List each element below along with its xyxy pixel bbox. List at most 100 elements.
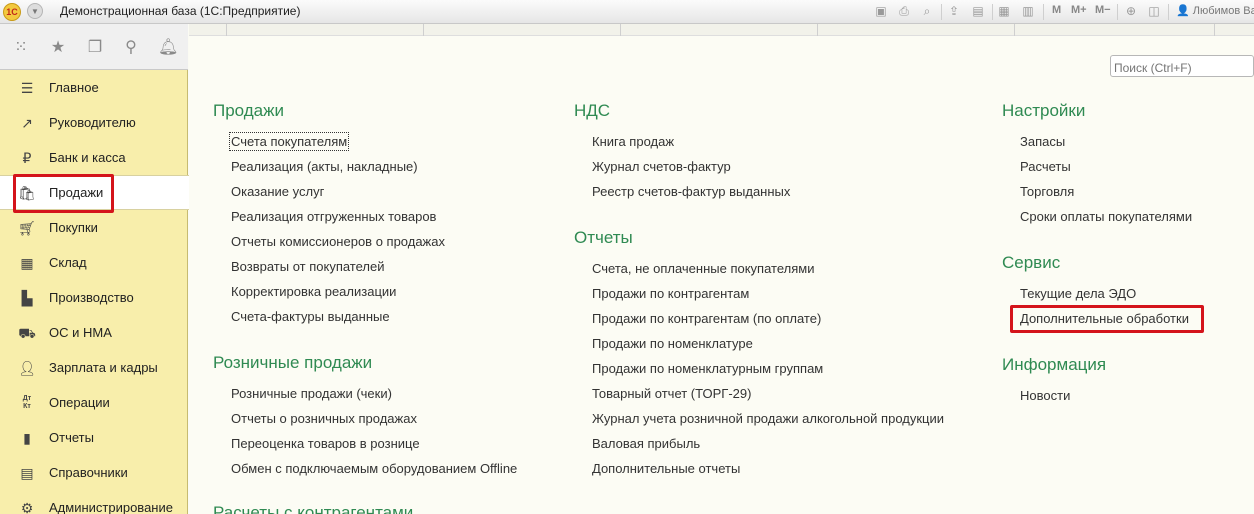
link-edo-tasks[interactable]: Текущие дела ЭДО bbox=[1020, 286, 1136, 301]
search-input[interactable] bbox=[1110, 55, 1254, 77]
sidebar-item-label: Банк и касса bbox=[49, 150, 126, 165]
link-sales-by-item-group[interactable]: Продажи по номенклатурным группам bbox=[592, 361, 823, 376]
link-retail-receipts[interactable]: Розничные продажи (чеки) bbox=[231, 386, 392, 401]
sidebar-item-label: Зарплата и кадры bbox=[49, 360, 158, 375]
link-invoice-journal[interactable]: Журнал счетов-фактур bbox=[592, 159, 731, 174]
spreadsheet-icon[interactable]: ▦ bbox=[996, 4, 1012, 19]
search-icon[interactable]: ⚲ bbox=[121, 38, 141, 58]
link-torg-29[interactable]: Товарный отчет (ТОРГ-29) bbox=[592, 386, 751, 401]
sidebar-item-warehouse[interactable]: ▦ Склад bbox=[0, 246, 187, 281]
section-title-vat: НДС bbox=[574, 101, 611, 120]
link-retail-reports[interactable]: Отчеты о розничных продажах bbox=[231, 411, 417, 426]
sidebar-item-purchases[interactable]: 🛒︎ Покупки bbox=[0, 211, 187, 246]
memory-plus-button[interactable]: M+ bbox=[1071, 4, 1087, 16]
link-payment-terms[interactable]: Сроки оплаты покупателями bbox=[1020, 209, 1192, 224]
debit-credit-icon: Дт Кт bbox=[22, 395, 32, 410]
sales-section-page: Продажи Счета покупателям Реализация (ак… bbox=[189, 24, 1254, 514]
document-icon[interactable]: ▤ bbox=[970, 4, 986, 19]
link-gross-profit[interactable]: Валовая прибыль bbox=[592, 436, 700, 451]
print-preview-icon[interactable]: ⌕ bbox=[919, 4, 935, 19]
sidebar-item-references[interactable]: ▤ Справочники bbox=[0, 456, 187, 491]
title-bar: 1С ▼ Демонстрационная база (1С:Предприят… bbox=[0, 0, 1254, 24]
link-sales-book[interactable]: Книга продаж bbox=[592, 134, 674, 149]
sidebar-item-main[interactable]: ☰ Главное bbox=[0, 71, 187, 106]
link-trade-settings[interactable]: Торговля bbox=[1020, 184, 1074, 199]
history-icon[interactable]: ❐ bbox=[85, 38, 105, 58]
save-icon[interactable]: ▣ bbox=[873, 4, 889, 19]
section-title-reports: Отчеты bbox=[574, 228, 633, 247]
link-issued-invoice-register[interactable]: Реестр счетов-фактур выданных bbox=[592, 184, 790, 199]
calendar-icon[interactable]: ▥ bbox=[1020, 4, 1036, 19]
print-icon[interactable]: ⎙ bbox=[896, 4, 912, 19]
upload-icon[interactable]: ⇪ bbox=[946, 4, 962, 19]
bar-chart-icon: ▮ bbox=[23, 430, 31, 446]
memory-button[interactable]: M bbox=[1052, 4, 1061, 16]
memory-minus-button[interactable]: M− bbox=[1095, 4, 1111, 16]
link-customer-invoices[interactable]: Счета покупателям bbox=[228, 132, 350, 151]
truck-icon: ⛟ bbox=[18, 325, 36, 341]
sidebar-item-operations[interactable]: Дт Кт Операции bbox=[0, 386, 187, 421]
apps-grid-icon[interactable]: ⁙ bbox=[11, 38, 31, 58]
sidebar-item-label: ОС и НМА bbox=[49, 325, 112, 340]
link-shipped-goods[interactable]: Реализация отгруженных товаров bbox=[231, 209, 436, 224]
factory-icon: ▙ bbox=[21, 290, 33, 306]
highlight-frame-additional-processing bbox=[1010, 305, 1204, 333]
ruble-coin-icon: ₽ bbox=[22, 150, 32, 166]
gear-icon: ⚙ bbox=[20, 500, 34, 514]
notifications-bell-icon[interactable]: 🔔︎ bbox=[158, 38, 178, 58]
section-title-retail: Розничные продажи bbox=[213, 353, 373, 372]
sidebar-item-administration[interactable]: ⚙ Администрирование bbox=[0, 491, 187, 514]
highlight-frame-sales bbox=[13, 174, 114, 213]
section-title-sales: Продажи bbox=[213, 101, 284, 120]
section-title-settlements: Расчеты с контрагентами bbox=[213, 503, 414, 514]
link-stock-settings[interactable]: Запасы bbox=[1020, 134, 1065, 149]
sidebar-item-label: Администрирование bbox=[49, 500, 173, 514]
link-sales-acts[interactable]: Реализация (акты, накладные) bbox=[231, 159, 418, 174]
menu-lines-icon: ☰ bbox=[20, 80, 34, 96]
favorites-star-icon[interactable]: ★ bbox=[48, 38, 68, 58]
window-title: Демонстрационная база (1С:Предприятие) bbox=[60, 4, 301, 18]
link-services[interactable]: Оказание услуг bbox=[231, 184, 324, 199]
link-sales-by-counterparty[interactable]: Продажи по контрагентам bbox=[592, 286, 749, 301]
section-title-information: Информация bbox=[1002, 355, 1107, 374]
sidebar-item-manager[interactable]: ↗ Руководителю bbox=[0, 106, 187, 141]
link-sales-adjustment[interactable]: Корректировка реализации bbox=[231, 284, 396, 299]
link-news[interactable]: Новости bbox=[1020, 388, 1070, 403]
sidebar-item-label: Производство bbox=[49, 290, 134, 305]
main-menu-chevron-icon[interactable]: ▼ bbox=[27, 3, 43, 19]
user-icon: 👤 bbox=[1176, 5, 1190, 17]
sidebar-item-label: Справочники bbox=[49, 465, 128, 480]
sections-panel: ⁙ ★ ❐ ⚲ 🔔︎ ☰ Главное ↗ Руководителю ₽ Ба… bbox=[0, 24, 189, 514]
link-commission-reports[interactable]: Отчеты комиссионеров о продажах bbox=[231, 234, 445, 249]
sidebar-toolbar: ⁙ ★ ❐ ⚲ 🔔︎ bbox=[0, 24, 188, 70]
cart-icon: 🛒︎ bbox=[18, 220, 36, 236]
sidebar-item-production[interactable]: ▙ Производство bbox=[0, 281, 187, 316]
link-settlement-settings[interactable]: Расчеты bbox=[1020, 159, 1071, 174]
panels-icon[interactable]: ◫ bbox=[1146, 4, 1162, 19]
sidebar-item-fixed-assets[interactable]: ⛟ ОС и НМА bbox=[0, 316, 187, 351]
link-issued-invoices[interactable]: Счета-фактуры выданные bbox=[231, 309, 390, 324]
sidebar-item-reports[interactable]: ▮ Отчеты bbox=[0, 421, 187, 456]
sidebar-item-label: Главное bbox=[49, 80, 99, 95]
link-offline-exchange[interactable]: Обмен с подключаемым оборудованием Offli… bbox=[231, 461, 517, 476]
sidebar-item-bank[interactable]: ₽ Банк и касса bbox=[0, 141, 187, 176]
link-alcohol-journal[interactable]: Журнал учета розничной продажи алкогольн… bbox=[592, 411, 944, 426]
link-sales-by-counterparty-payment[interactable]: Продажи по контрагентам (по оплате) bbox=[592, 311, 821, 326]
sidebar-item-label: Покупки bbox=[49, 220, 98, 235]
zoom-in-icon[interactable]: ⊕ bbox=[1123, 4, 1139, 19]
trend-up-icon: ↗ bbox=[21, 115, 33, 131]
link-additional-reports[interactable]: Дополнительные отчеты bbox=[592, 461, 740, 476]
sidebar-item-payroll[interactable]: 👤︎ Зарплата и кадры bbox=[0, 351, 187, 386]
link-retail-revaluation[interactable]: Переоценка товаров в рознице bbox=[231, 436, 420, 451]
link-customer-returns[interactable]: Возвраты от покупателей bbox=[231, 259, 385, 274]
current-user[interactable]: 👤 Любимов Ва bbox=[1176, 4, 1254, 17]
book-icon: ▤ bbox=[20, 465, 34, 481]
link-unpaid-invoices[interactable]: Счета, не оплаченные покупателями bbox=[592, 261, 814, 276]
person-icon: 👤︎ bbox=[18, 360, 36, 376]
open-windows-strip bbox=[189, 24, 1254, 36]
link-sales-by-item[interactable]: Продажи по номенклатуре bbox=[592, 336, 753, 351]
grid-icon: ▦ bbox=[20, 255, 34, 271]
user-name-label: Любимов Ва bbox=[1192, 5, 1254, 17]
app-logo-icon[interactable]: 1С bbox=[3, 3, 21, 21]
sidebar-item-label: Склад bbox=[49, 255, 87, 270]
